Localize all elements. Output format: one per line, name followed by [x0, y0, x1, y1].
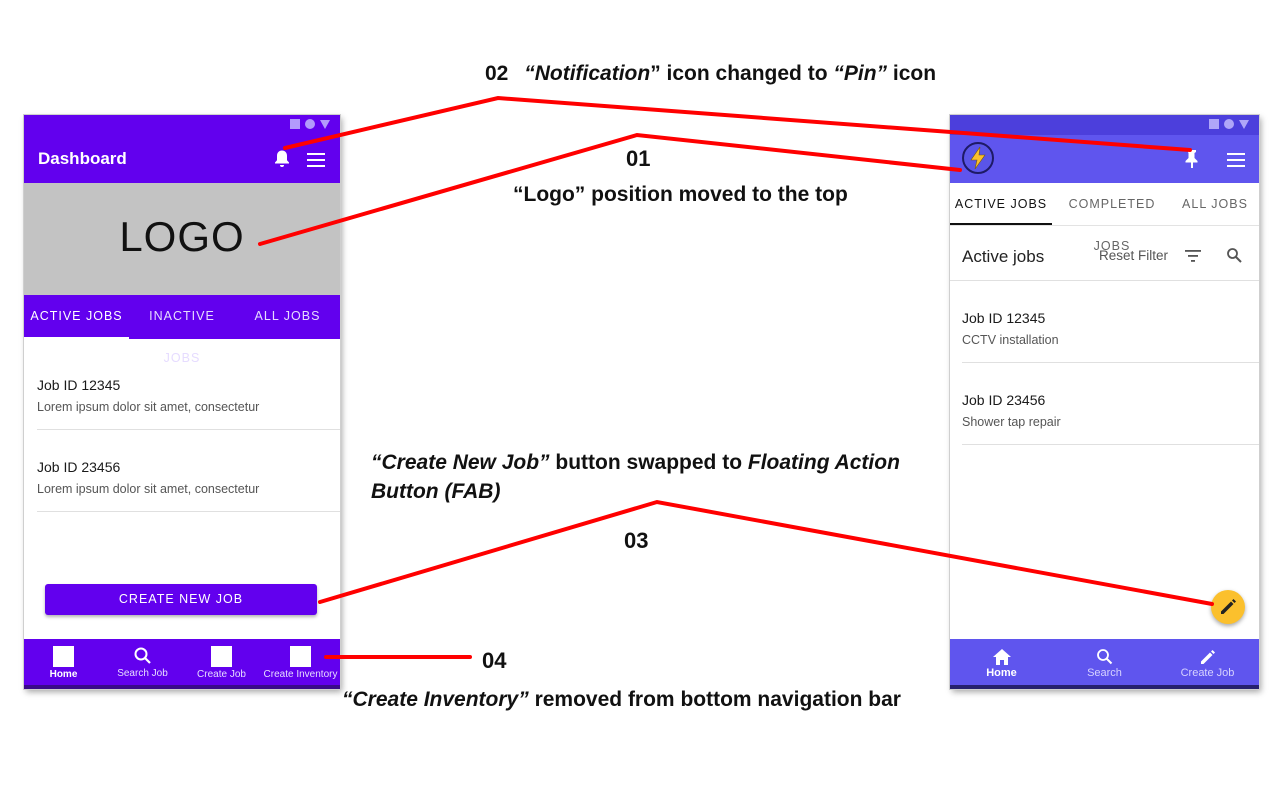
annotation-03-line2: Button (FAB) — [371, 480, 500, 504]
tab-active-jobs[interactable]: ACTIVE JOBS — [24, 295, 129, 339]
app-bar — [950, 135, 1259, 183]
annotation-number: 02 — [485, 62, 509, 85]
status-circle-icon — [1224, 119, 1234, 129]
job-description: Lorem ipsum dolor sit amet, consectetur — [37, 482, 260, 496]
create-job-fab[interactable] — [1211, 590, 1245, 624]
status-circle-icon — [305, 119, 315, 129]
old-design-phone: Dashboard LOGO ACTIVE JOBS INACTIVE JOBS… — [24, 115, 340, 689]
annotation-number-01: 01 — [626, 146, 651, 171]
nav-search-job[interactable]: Search Job — [103, 639, 182, 685]
nav-label: Create Inventory — [263, 669, 338, 680]
status-square-icon — [290, 119, 300, 129]
status-triangle-icon — [320, 119, 330, 129]
annotation-emphasis: Floating Action — [747, 451, 900, 474]
annotation-text: button swapped to — [549, 451, 748, 474]
annotation-emphasis: Notification — [534, 62, 651, 85]
divider — [962, 362, 1259, 363]
annotation-04: “Create Inventory” removed from bottom n… — [342, 688, 901, 712]
list-item[interactable]: Job ID 12345 CCTV installation — [962, 310, 1059, 347]
job-id: Job ID 23456 — [962, 392, 1046, 408]
annotation-number-03: 03 — [624, 528, 649, 553]
filter-icon[interactable] — [1185, 250, 1201, 262]
reset-filter-button[interactable]: Reset Filter — [1099, 248, 1168, 263]
page-title: Dashboard — [38, 149, 127, 168]
search-icon — [1096, 649, 1112, 665]
job-id: Job ID 23456 — [37, 459, 121, 475]
new-design-phone: ACTIVE JOBS COMPLETED JOBS ALL JOBS Acti… — [950, 115, 1259, 689]
nav-label: Search Job — [117, 668, 168, 679]
annotation-number-04: 04 — [482, 648, 507, 673]
annotation-emphasis: “Pin” — [833, 62, 888, 85]
tab-all-jobs[interactable]: ALL JOBS — [235, 295, 340, 339]
job-description: Shower tap repair — [962, 415, 1061, 429]
status-triangle-icon — [1239, 119, 1249, 129]
pin-icon[interactable] — [1184, 149, 1200, 169]
annotation-emphasis: “Create Inventory” — [342, 688, 529, 711]
annotation-01: “Logo” position moved to the top — [513, 183, 848, 206]
divider — [37, 511, 340, 512]
nav-create-job[interactable]: Create Job — [182, 639, 261, 685]
job-id: Job ID 12345 — [37, 377, 121, 393]
nav-create-inventory[interactable]: Create Inventory — [261, 639, 340, 685]
job-id: Job ID 12345 — [962, 310, 1046, 326]
tab-active-jobs[interactable]: ACTIVE JOBS — [950, 183, 1052, 225]
logo-banner: LOGO — [24, 183, 340, 295]
annotation-open-quote: “ — [524, 62, 535, 85]
job-description: CCTV installation — [962, 333, 1059, 347]
status-bar — [24, 115, 340, 135]
pencil-icon — [1200, 650, 1215, 664]
create-job-placeholder-icon — [211, 646, 232, 667]
nav-label: Search — [1087, 667, 1122, 679]
annotation-02: 02 “Notification” icon changed to “Pin” … — [485, 62, 936, 86]
nav-search[interactable]: Search — [1053, 639, 1156, 685]
nav-label: Home — [986, 667, 1017, 679]
logo-text: LOGO — [119, 213, 245, 260]
bell-icon[interactable] — [273, 149, 291, 169]
nav-create-job[interactable]: Create Job — [1156, 639, 1259, 685]
status-icons — [950, 115, 1259, 135]
nav-label: Home — [49, 669, 78, 680]
home-icon — [992, 649, 1011, 665]
annotation-03-line1: “Create New Job” button swapped to Float… — [371, 451, 900, 475]
annotation-emphasis: Button (FAB) — [371, 480, 501, 503]
home-placeholder-icon — [53, 646, 74, 667]
section-title: Active jobs — [962, 247, 1045, 266]
job-description: Lorem ipsum dolor sit amet, consectetur — [37, 400, 260, 414]
menu-icon[interactable] — [307, 153, 325, 167]
annotation-emphasis: “Create New Job” — [371, 451, 550, 474]
nav-home[interactable]: Home — [24, 639, 103, 685]
tab-inactive-jobs[interactable]: INACTIVE JOBS — [129, 295, 235, 365]
tab-bar: ACTIVE JOBS COMPLETED JOBS ALL JOBS — [950, 183, 1259, 253]
annotation-text: removed from bottom navigation bar — [528, 688, 901, 711]
divider — [950, 280, 1259, 281]
tab-completed-jobs[interactable]: COMPLETED JOBS — [1052, 183, 1172, 253]
nav-home[interactable]: Home — [950, 639, 1053, 685]
divider — [962, 444, 1259, 445]
pencil-icon — [1221, 599, 1236, 614]
bottom-navigation: Home Search Create Job — [950, 639, 1259, 685]
tab-bar: ACTIVE JOBS INACTIVE JOBS ALL JOBS — [24, 295, 340, 365]
divider — [37, 429, 340, 430]
menu-icon[interactable] — [1227, 153, 1245, 167]
status-square-icon — [1209, 119, 1219, 129]
create-new-job-button[interactable]: CREATE NEW JOB — [45, 584, 317, 615]
search-icon[interactable] — [1226, 247, 1242, 263]
system-nav-strip — [950, 685, 1259, 689]
create-inventory-placeholder-icon — [290, 646, 311, 667]
tab-all-jobs[interactable]: ALL JOBS — [1178, 183, 1252, 225]
list-item[interactable]: Job ID 12345 Lorem ipsum dolor sit amet,… — [37, 377, 259, 414]
search-icon — [134, 647, 151, 664]
annotation-text: icon — [887, 62, 937, 85]
list-item[interactable]: Job ID 23456 Lorem ipsum dolor sit amet,… — [37, 459, 259, 496]
list-item[interactable]: Job ID 23456 Shower tap repair — [962, 392, 1061, 429]
system-nav-strip — [24, 685, 340, 689]
annotation-text: ” icon changed to — [650, 62, 834, 85]
bottom-navigation: Home Search Job Create Job Create Invent… — [24, 639, 340, 685]
nav-label: Create Job — [197, 669, 246, 680]
lightning-logo-icon[interactable] — [962, 142, 994, 174]
nav-label: Create Job — [1180, 667, 1235, 679]
